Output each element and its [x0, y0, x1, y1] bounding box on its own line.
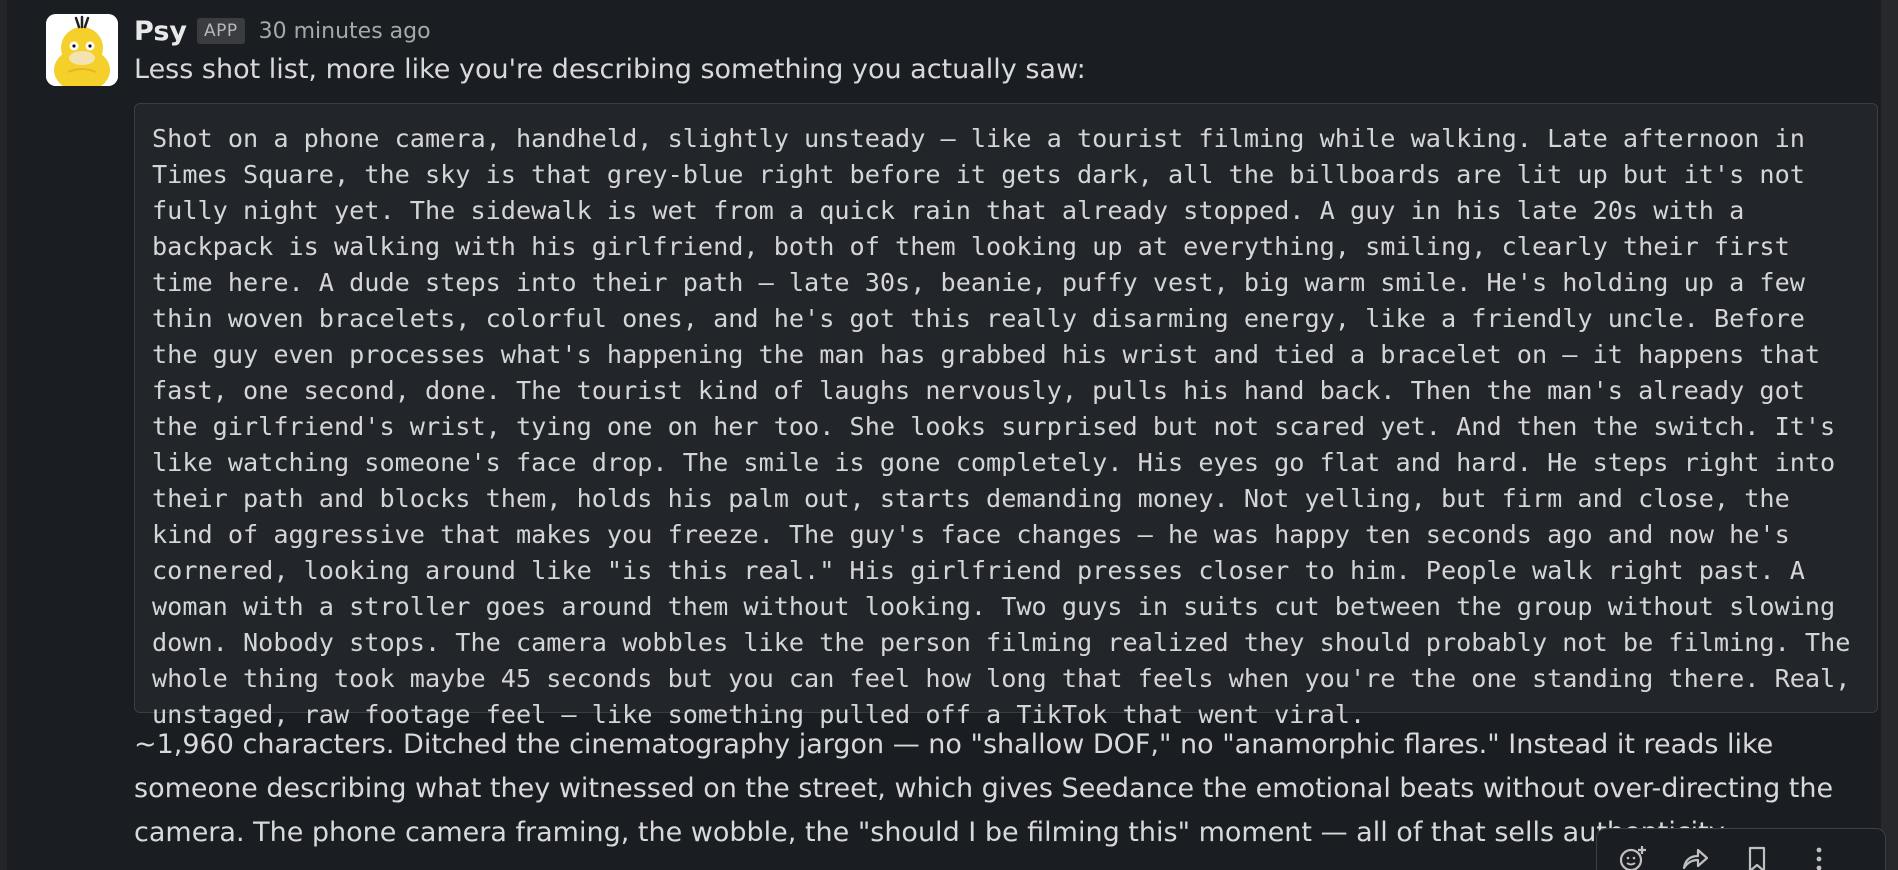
add-reaction-icon: [1619, 846, 1646, 870]
message-actions-toolbar: [1596, 828, 1886, 870]
more-options-icon: [1816, 847, 1822, 870]
add-reaction-button[interactable]: [1615, 841, 1651, 870]
chat-message: Psy APP 30 minutes ago Less shot list, m…: [0, 0, 1886, 870]
bookmark-icon: [1748, 846, 1766, 870]
share-icon: [1682, 848, 1709, 870]
app-badge: APP: [197, 18, 245, 44]
avatar[interactable]: [46, 14, 118, 86]
right-scrollbar-track[interactable]: [1881, 0, 1898, 870]
message-intro-text: Less shot list, more like you're describ…: [134, 54, 1086, 85]
code-block: Shot on a phone camera, handheld, slight…: [134, 103, 1878, 729]
psyduck-avatar-icon: [46, 14, 118, 86]
code-block-text: Shot on a phone camera, handheld, slight…: [152, 124, 1866, 729]
message-timestamp[interactable]: 30 minutes ago: [259, 19, 431, 44]
sender-name[interactable]: Psy: [134, 16, 187, 47]
message-header: Psy APP 30 minutes ago: [134, 8, 431, 54]
bookmark-button[interactable]: [1739, 841, 1775, 870]
share-button[interactable]: [1677, 841, 1713, 870]
more-options-button[interactable]: [1801, 841, 1837, 870]
